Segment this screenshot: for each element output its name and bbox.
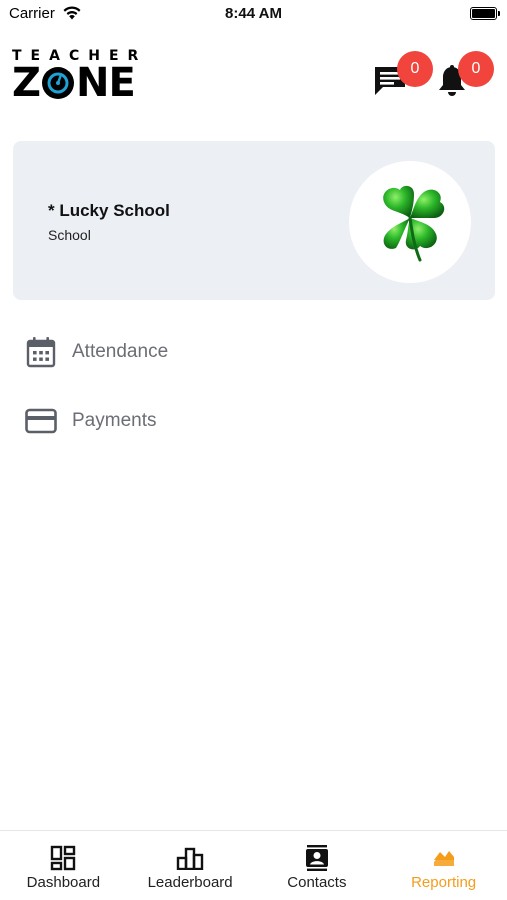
school-name: * Lucky School bbox=[48, 201, 170, 220]
logo-bottom: Z NE bbox=[12, 60, 136, 106]
shamrock-icon bbox=[383, 185, 445, 262]
messages-count-badge: 0 bbox=[397, 51, 433, 87]
notifications-count-badge: 0 bbox=[458, 51, 494, 87]
battery-icon bbox=[470, 7, 500, 20]
school-type: School bbox=[48, 227, 91, 243]
teacherzone-logo: TEACHER Z NE bbox=[12, 48, 138, 106]
menu-item-label: Payments bbox=[72, 410, 157, 431]
tab-dashboard[interactable]: Dashboard bbox=[0, 831, 127, 900]
status-bar: Carrier 8:44 AM bbox=[0, 0, 507, 30]
contacts-icon bbox=[303, 845, 331, 871]
menu-item-payments[interactable]: Payments bbox=[24, 401, 484, 441]
status-time: 8:44 AM bbox=[225, 5, 282, 22]
tab-leaderboard[interactable]: Leaderboard bbox=[127, 831, 254, 900]
reporting-icon bbox=[430, 845, 458, 871]
tab-label: Contacts bbox=[287, 874, 347, 891]
leaderboard-icon bbox=[176, 845, 204, 871]
tab-label: Reporting bbox=[411, 874, 477, 891]
logo-letter-z: Z bbox=[12, 60, 41, 106]
school-card[interactable]: * Lucky School School bbox=[13, 141, 495, 300]
menu-item-attendance[interactable]: Attendance bbox=[24, 332, 484, 372]
dashboard-icon bbox=[49, 845, 77, 871]
bottom-tab-bar: Dashboard Leaderboard Contacts Reporting bbox=[0, 830, 507, 900]
tab-label: Leaderboard bbox=[147, 874, 233, 891]
tab-reporting[interactable]: Reporting bbox=[380, 831, 507, 900]
logo-letters-ne: NE bbox=[76, 60, 136, 106]
credit-card-icon bbox=[24, 404, 58, 438]
calendar-icon bbox=[24, 335, 58, 369]
tab-label: Dashboard bbox=[26, 874, 101, 891]
menu-item-label: Attendance bbox=[72, 341, 169, 362]
school-avatar bbox=[349, 161, 471, 283]
tab-contacts[interactable]: Contacts bbox=[254, 831, 381, 900]
logo-dial-icon bbox=[42, 67, 75, 99]
